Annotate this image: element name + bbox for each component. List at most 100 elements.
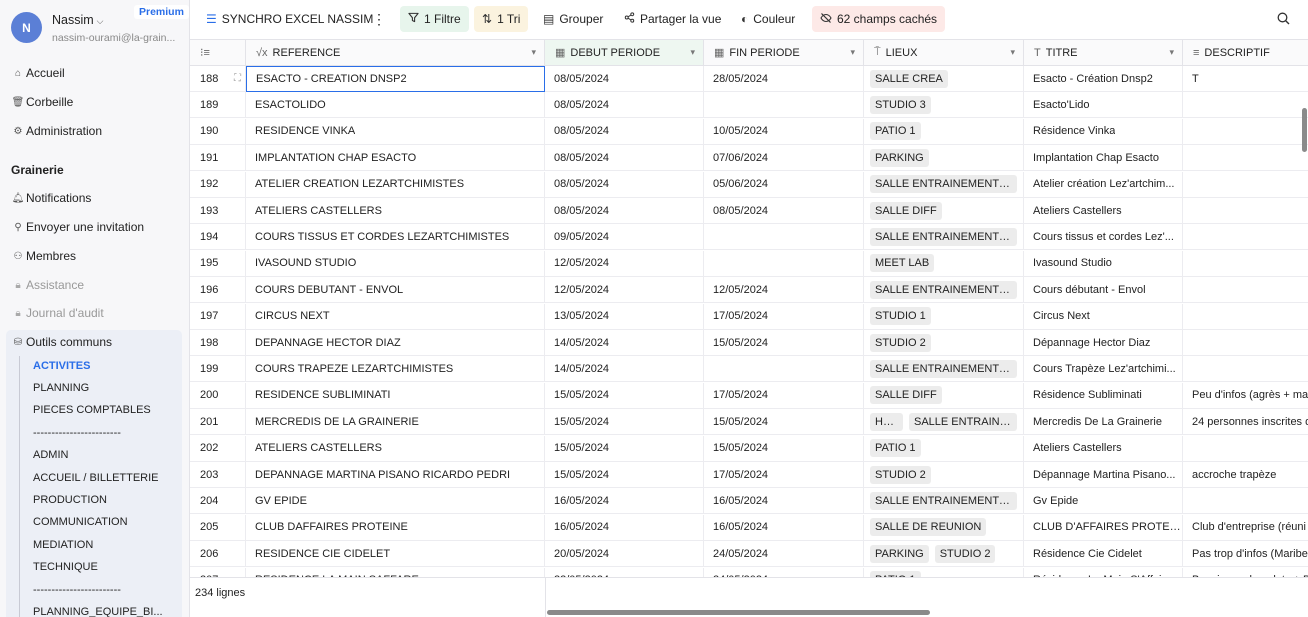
table-row[interactable]: 191 IMPLANTATION CHAP ESACTO 08/05/2024 07/…	[190, 145, 1308, 172]
table-row[interactable]: 196 COURS DEBUTANT - ENVOL 12/05/2024 12/05…	[190, 277, 1308, 304]
sidebar-item-trash[interactable]: 🗑︎ Corbeille	[11, 92, 74, 112]
descriptif-cell[interactable]: accroche trapèze	[1183, 462, 1308, 488]
table-item-pieces-comptables[interactable]: PIECES COMPTABLES	[33, 404, 151, 416]
column-header-debut-periode[interactable]: ▦ DEBUT PERIODE ▾	[545, 40, 704, 66]
debut-periode-cell[interactable]: 08/05/2024	[545, 171, 704, 198]
reference-cell[interactable]: GV EPIDE	[246, 488, 545, 515]
sort-button[interactable]: ⇅ 1 Tri	[474, 6, 529, 32]
descriptif-cell[interactable]: Club d'entreprise (réuni	[1183, 515, 1308, 541]
titre-cell[interactable]: Résidence Vinka	[1024, 118, 1183, 145]
titre-cell[interactable]: Gv Epide	[1024, 488, 1183, 515]
color-button[interactable]: ◐ Couleur	[733, 6, 803, 32]
row-number-cell[interactable]: 189	[190, 92, 246, 119]
debut-periode-cell[interactable]: 15/05/2024	[545, 435, 704, 462]
fin-periode-cell[interactable]	[704, 356, 864, 383]
profile-menu[interactable]: N Nassim ⌵ nassim-ourami@la-grain... Prem…	[0, 0, 189, 50]
descriptif-cell[interactable]	[1183, 436, 1308, 462]
sidebar-item-members[interactable]: ⚇ Membres	[11, 246, 77, 266]
horizontal-scrollbar[interactable]	[547, 610, 930, 615]
fin-periode-cell[interactable]: 28/05/2024	[704, 66, 864, 92]
row-number-cell[interactable]: 193	[190, 198, 246, 224]
table-item-separator[interactable]: ------------------------	[33, 427, 121, 439]
row-number-cell[interactable]: 202	[190, 435, 246, 462]
reference-cell[interactable]: COURS TRAPEZE LEZARTCHIMISTES	[246, 356, 545, 383]
descriptif-cell[interactable]	[1183, 251, 1308, 277]
titre-cell[interactable]: Cours Trapèze Lez'artchimi...	[1024, 356, 1183, 383]
descriptif-cell[interactable]	[1183, 488, 1308, 515]
lieux-cell[interactable]: STUDIO 3	[864, 92, 1024, 119]
table-row[interactable]: 197 CIRCUS NEXT 13/05/2024 17/05/2024 STUDIO…	[190, 303, 1308, 330]
debut-periode-cell[interactable]: 08/05/2024	[545, 66, 704, 92]
filter-button[interactable]: 1 Filtre	[400, 6, 469, 32]
titre-cell[interactable]: Atelier création Lez'artchim...	[1024, 171, 1183, 198]
debut-periode-cell[interactable]: 12/05/2024	[545, 250, 704, 277]
column-header-lieux[interactable]: ⍑ LIEUX ▾	[864, 40, 1024, 66]
descriptif-cell[interactable]	[1183, 145, 1308, 172]
column-header-reference[interactable]: √x REFERENCE ▾	[246, 40, 545, 66]
descriptif-cell[interactable]: T	[1183, 66, 1308, 92]
titre-cell[interactable]: CLUB D'AFFAIRES PROTEINE	[1024, 514, 1183, 541]
sidebar-item-notifications[interactable]: 🔔︎ Notifications	[11, 188, 92, 208]
table-row[interactable]: 201 MERCREDIS DE LA GRAINERIE 15/05/2024 15…	[190, 409, 1308, 436]
table-item-planning-equipe[interactable]: PLANNING_EQUIPE_BI...	[33, 606, 163, 617]
expand-row-icon[interactable]: ⛶	[234, 73, 241, 84]
fin-periode-cell[interactable]: 05/06/2024	[704, 171, 864, 198]
sidebar-item-assistance[interactable]: 🔒︎ Assistance	[11, 275, 84, 295]
reference-cell[interactable]: CLUB DAFFAIRES PROTEINE	[246, 514, 545, 541]
debut-periode-cell[interactable]: 08/05/2024	[545, 145, 704, 172]
table-row[interactable]: 198 DEPANNAGE HECTOR DIAZ 14/05/2024 15/05/…	[190, 330, 1308, 356]
descriptif-cell[interactable]	[1183, 119, 1308, 145]
lieux-cell[interactable]: SALLE DIFF	[864, 198, 1024, 224]
reference-cell[interactable]: MERCREDIS DE LA GRAINERIE	[246, 409, 545, 436]
column-header-fin-periode[interactable]: ▦ FIN PERIODE ▾	[704, 40, 864, 66]
titre-cell[interactable]: Ivasound Studio	[1024, 250, 1183, 277]
table-row[interactable]: 202 ATELIERS CASTELLERS 15/05/2024 15/05/20…	[190, 435, 1308, 462]
fin-periode-cell[interactable]: 24/05/2024	[704, 567, 864, 577]
descriptif-cell[interactable]: 24 personnes inscrites d	[1183, 409, 1308, 436]
reference-cell[interactable]: ESACTOLIDO	[246, 92, 545, 119]
descriptif-cell[interactable]	[1183, 198, 1308, 224]
chevron-down-icon[interactable]: ▾	[690, 47, 695, 58]
lieux-cell[interactable]: STUDIO 1	[864, 303, 1024, 330]
row-number-cell[interactable]: 190	[190, 118, 246, 145]
reference-cell[interactable]: CIRCUS NEXT	[246, 303, 545, 330]
titre-cell[interactable]: Résidence Subliminati	[1024, 382, 1183, 409]
row-number-cell[interactable]: 205	[190, 514, 246, 541]
debut-periode-cell[interactable]: 12/05/2024	[545, 277, 704, 304]
titre-cell[interactable]: Dépannage Hector Diaz	[1024, 330, 1183, 356]
column-header-descriptif[interactable]: ≡ DESCRIPTIF	[1183, 40, 1308, 66]
lieux-cell[interactable]: SALLE DE REUNION	[864, 514, 1024, 541]
lieux-cell[interactable]: PARKING	[864, 145, 1024, 172]
lieux-cell[interactable]: PARKING STUDIO 2	[864, 541, 1024, 568]
workspace-title[interactable]: Grainerie	[11, 163, 64, 177]
fin-periode-cell[interactable]: 24/05/2024	[704, 541, 864, 568]
chevron-down-icon[interactable]: ▾	[1010, 47, 1015, 58]
row-number-cell[interactable]: 192	[190, 171, 246, 198]
reference-cell[interactable]: DEPANNAGE HECTOR DIAZ	[246, 330, 545, 356]
lieux-cell[interactable]: PATIO 1	[864, 567, 1024, 577]
table-row[interactable]: 206 RESIDENCE CIE CIDELET 20/05/2024 24/05/…	[190, 541, 1308, 568]
reference-cell[interactable]: ATELIER CREATION LEZARTCHIMISTES	[246, 171, 545, 198]
reference-cell[interactable]: COURS DEBUTANT - ENVOL	[246, 277, 545, 304]
descriptif-cell[interactable]: Peu d'infos (agrès + ma	[1183, 383, 1308, 409]
debut-periode-cell[interactable]: 22/05/2024	[545, 567, 704, 577]
descriptif-cell[interactable]	[1183, 304, 1308, 330]
reference-cell[interactable]: ATELIERS CASTELLERS	[246, 198, 545, 224]
debut-periode-cell[interactable]: 16/05/2024	[545, 488, 704, 515]
fin-periode-cell[interactable]: 17/05/2024	[704, 382, 864, 409]
descriptif-cell[interactable]: Pas trop d'infos (Maribe	[1183, 541, 1308, 568]
table-row[interactable]: 195 IVASOUND STUDIO 12/05/2024 MEET LAB Ivas…	[190, 250, 1308, 277]
row-number-cell[interactable]: 206	[190, 541, 246, 568]
fin-periode-cell[interactable]: 16/05/2024	[704, 514, 864, 541]
lieux-cell[interactable]: SALLE CREA	[864, 66, 1024, 92]
table-item-communication[interactable]: COMMUNICATION	[33, 516, 128, 528]
table-row[interactable]: 203 DEPANNAGE MARTINA PISANO RICARDO PEDR…	[190, 462, 1308, 488]
lieux-cell[interactable]: SALLE ENTRAINEMENT V...	[864, 277, 1024, 304]
row-number-header[interactable]: ⁝≡	[190, 40, 246, 66]
table-row[interactable]: 190 RESIDENCE VINKA 08/05/2024 10/05/2024 PA…	[190, 118, 1308, 145]
table-row[interactable]: 200 RESIDENCE SUBLIMINATI 15/05/2024 17/05/…	[190, 382, 1308, 409]
search-icon[interactable]	[1277, 12, 1290, 25]
titre-cell[interactable]: Circus Next	[1024, 303, 1183, 330]
debut-periode-cell[interactable]: 15/05/2024	[545, 382, 704, 409]
fin-periode-cell[interactable]	[704, 92, 864, 119]
